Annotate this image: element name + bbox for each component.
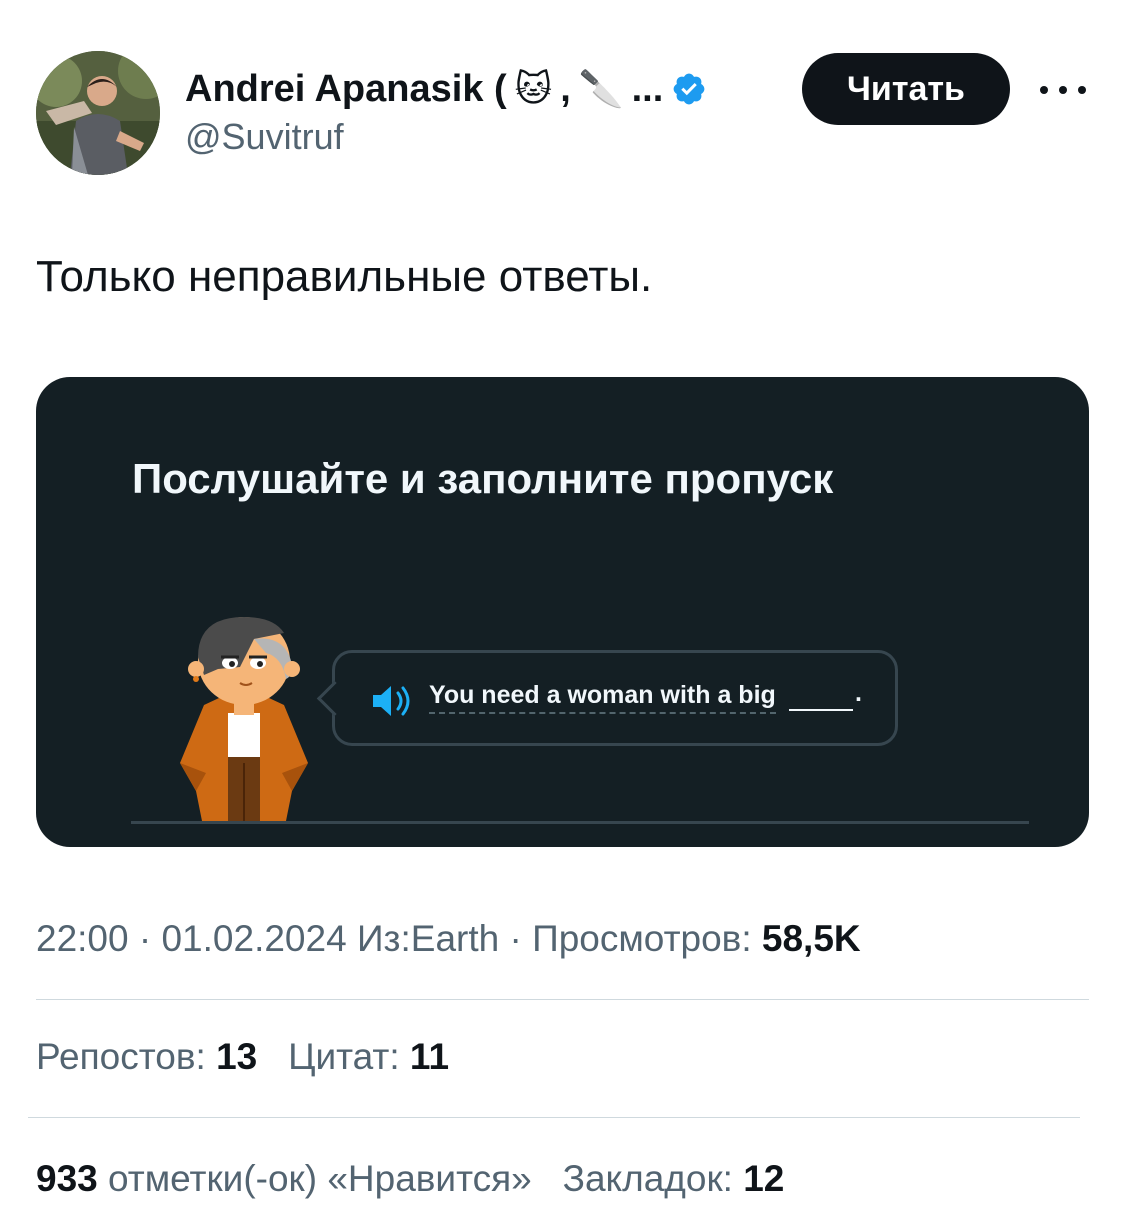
author-handle[interactable]: @Suvitruf xyxy=(185,116,344,158)
name-comma: , xyxy=(560,67,571,110)
bookmarks-label: Закладок: xyxy=(562,1158,733,1199)
speech-bubble: You need a woman with a big . xyxy=(316,650,898,746)
tweet-date[interactable]: 01.02.2024 xyxy=(161,918,346,959)
avatar[interactable] xyxy=(36,51,160,175)
divider xyxy=(36,999,1089,1000)
views-count[interactable]: 58,5K xyxy=(762,918,861,959)
reposts-stat[interactable]: Репостов: 13 xyxy=(36,1036,257,1077)
floor-line xyxy=(131,821,1029,824)
quotes-count: 11 xyxy=(409,1036,450,1077)
likes-stat[interactable]: 933 отметки(-ок) «Нравится» xyxy=(36,1158,532,1199)
quotes-stat[interactable]: Цитат: 11 xyxy=(288,1036,449,1077)
divider xyxy=(28,1117,1080,1118)
knife-emoji: 🔪 xyxy=(578,69,624,110)
more-dot xyxy=(1078,86,1086,94)
bubble-tail xyxy=(316,680,353,717)
exercise-title: Послушайте и заполните пропуск xyxy=(132,455,834,502)
likes-count: 933 xyxy=(36,1158,98,1199)
bookmarks-stat[interactable]: Закладок: 12 xyxy=(563,1158,785,1199)
tweet-text: Только неправильные ответы. xyxy=(36,252,653,301)
reposts-count: 13 xyxy=(216,1036,258,1077)
views-label: Просмотров: xyxy=(532,918,752,959)
likes-label: отметки(-ок) «Нравится» xyxy=(108,1158,532,1199)
tweet-time[interactable]: 22:00 xyxy=(36,918,129,959)
engagement-row-2: 933 отметки(-ок) «Нравится» Закладок: 12 xyxy=(36,1158,784,1200)
more-icon[interactable] xyxy=(1040,70,1086,110)
quotes-label: Цитат: xyxy=(288,1036,400,1077)
sentence-period: . xyxy=(855,679,862,707)
speaker-icon[interactable] xyxy=(371,683,415,719)
exercise-sentence[interactable]: You need a woman with a big xyxy=(429,681,776,714)
tweet-media-image[interactable]: Послушайте и заполните пропуск You need … xyxy=(36,377,1089,847)
author-name-row[interactable]: Andrei Apanasik ( 🐱 , 🔪 ... xyxy=(185,64,707,114)
verified-badge-icon[interactable] xyxy=(671,71,707,107)
avatar-photo xyxy=(36,51,160,175)
tweet-source: Из:Earth xyxy=(356,918,500,959)
meta-separator: · xyxy=(509,918,522,959)
name-ellipsis: ... xyxy=(631,67,664,110)
character-illustration xyxy=(180,617,308,821)
follow-button[interactable]: Читать xyxy=(802,53,1010,125)
meta-separator: · xyxy=(138,918,152,959)
bookmarks-count: 12 xyxy=(743,1158,785,1199)
cat-emoji: 🐱 xyxy=(514,68,553,110)
blank-slot xyxy=(789,709,853,711)
author-name[interactable]: Andrei Apanasik ( xyxy=(185,68,507,111)
more-dot xyxy=(1059,86,1067,94)
engagement-row-1: Репостов: 13 Цитат: 11 xyxy=(36,1036,449,1078)
reposts-label: Репостов: xyxy=(36,1036,206,1077)
more-dot xyxy=(1040,86,1048,94)
tweet-meta: 22:00 · 01.02.2024 Из:Earth · Просмотров… xyxy=(36,918,861,960)
